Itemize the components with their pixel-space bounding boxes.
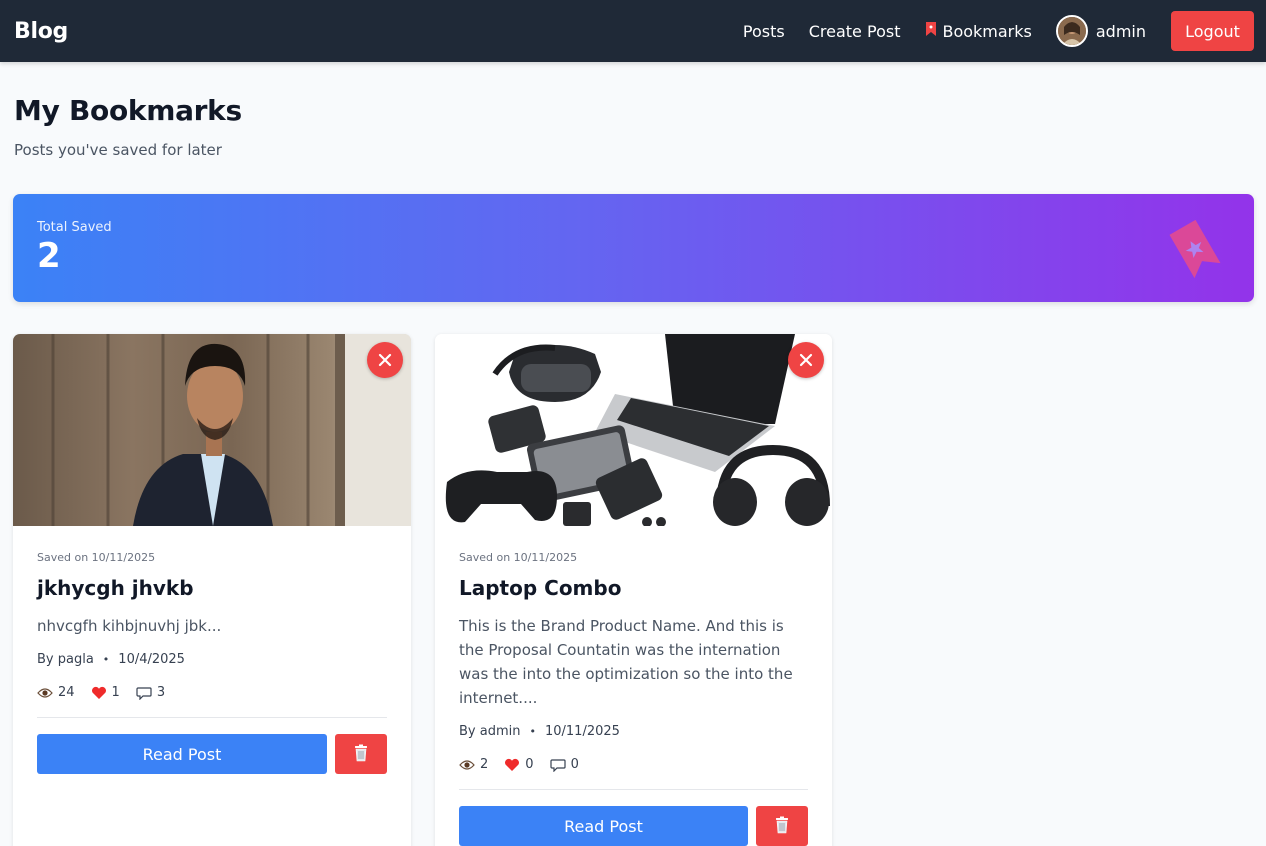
remove-bookmark-button[interactable] <box>788 342 824 378</box>
views-count: 24 <box>58 685 75 700</box>
saved-on-date: Saved on 10/11/2025 <box>37 551 156 564</box>
speech-bubble-icon <box>136 686 152 700</box>
bookmark-card: Saved on 10/11/2025 jkhycgh jhvkb nhvcgf… <box>13 334 411 846</box>
total-saved-label: Total Saved <box>37 220 112 235</box>
nav-link-posts[interactable]: Posts <box>743 22 785 41</box>
views-count: 2 <box>480 757 489 772</box>
meta-separator: • <box>102 653 110 666</box>
card-actions: Read Post <box>459 806 808 846</box>
comments-stat: 3 <box>136 685 165 700</box>
bookmark-icon <box>1162 216 1228 286</box>
post-title[interactable]: Laptop Combo <box>459 576 808 600</box>
total-saved-count: 2 <box>37 236 61 276</box>
post-excerpt: This is the Brand Product Name. And this… <box>459 617 793 707</box>
comments-count: 0 <box>570 757 579 772</box>
divider <box>37 717 387 718</box>
trash-icon <box>353 744 369 765</box>
logout-button[interactable]: Logout <box>1171 11 1254 51</box>
nav-links: Posts Create Post Bookmarks admin Logout <box>743 0 1254 62</box>
portrait-photo[interactable] <box>13 334 411 526</box>
comments-stat: 0 <box>549 757 579 772</box>
post-author: By pagla <box>37 652 94 667</box>
comments-count: 3 <box>156 685 166 700</box>
likes-count: 0 <box>525 757 534 772</box>
divider <box>459 789 808 790</box>
nav-link-bookmarks-label: Bookmarks <box>942 21 1032 41</box>
remove-bookmark-button[interactable] <box>367 342 403 378</box>
gadgets-photo[interactable] <box>435 334 832 526</box>
saved-on-date: Saved on 10/11/2025 <box>459 551 578 564</box>
page-title: My Bookmarks <box>14 94 242 127</box>
heart-icon <box>91 686 107 700</box>
likes-stat: 1 <box>91 685 120 700</box>
read-post-button[interactable]: Read Post <box>37 734 327 774</box>
meta-separator: • <box>529 725 536 738</box>
post-stats: 24 1 3 <box>37 685 387 700</box>
speech-bubble-icon <box>549 758 566 772</box>
post-stats: 2 0 0 <box>459 757 808 772</box>
post-date: 10/11/2025 <box>544 724 620 739</box>
post-meta: By admin • 10/11/2025 <box>459 724 808 739</box>
avatar <box>1055 15 1088 47</box>
eye-icon <box>459 759 475 771</box>
read-post-button[interactable]: Read Post <box>459 806 748 846</box>
nav-link-create-post[interactable]: Create Post <box>809 22 901 41</box>
delete-bookmark-button[interactable] <box>756 806 808 846</box>
post-meta: By pagla • 10/4/2025 <box>37 652 387 667</box>
card-body: Saved on 10/11/2025 Laptop Combo This is… <box>435 526 832 846</box>
card-body: Saved on 10/11/2025 jkhycgh jhvkb nhvcgf… <box>13 526 411 774</box>
likes-stat: 0 <box>504 757 534 772</box>
page-subtitle: Posts you've saved for later <box>14 141 222 159</box>
card-actions: Read Post <box>37 734 387 774</box>
total-saved-banner: Total Saved 2 <box>13 194 1254 302</box>
navbar: Blog Posts Create Post Bookmarks admin L… <box>0 0 1266 62</box>
likes-count: 1 <box>111 685 120 700</box>
brand-logo[interactable]: Blog <box>14 19 68 44</box>
views-stat: 2 <box>459 757 488 772</box>
user-menu[interactable]: admin <box>1055 15 1146 47</box>
eye-icon <box>37 687 53 699</box>
bookmark-icon <box>924 21 938 41</box>
post-excerpt: nhvcgfh kihbjnuvhj jbk... <box>37 617 222 635</box>
post-title[interactable]: jkhycgh jhvkb <box>37 576 387 600</box>
views-stat: 24 <box>37 685 75 700</box>
username: admin <box>1095 21 1146 41</box>
trash-icon <box>774 816 790 837</box>
post-date: 10/4/2025 <box>118 652 185 667</box>
post-author: By admin <box>459 724 521 739</box>
bookmark-card: Saved on 10/11/2025 Laptop Combo This is… <box>435 334 832 846</box>
nav-link-bookmarks[interactable]: Bookmarks <box>924 21 1032 41</box>
delete-bookmark-button[interactable] <box>335 734 387 774</box>
heart-icon <box>504 758 520 772</box>
